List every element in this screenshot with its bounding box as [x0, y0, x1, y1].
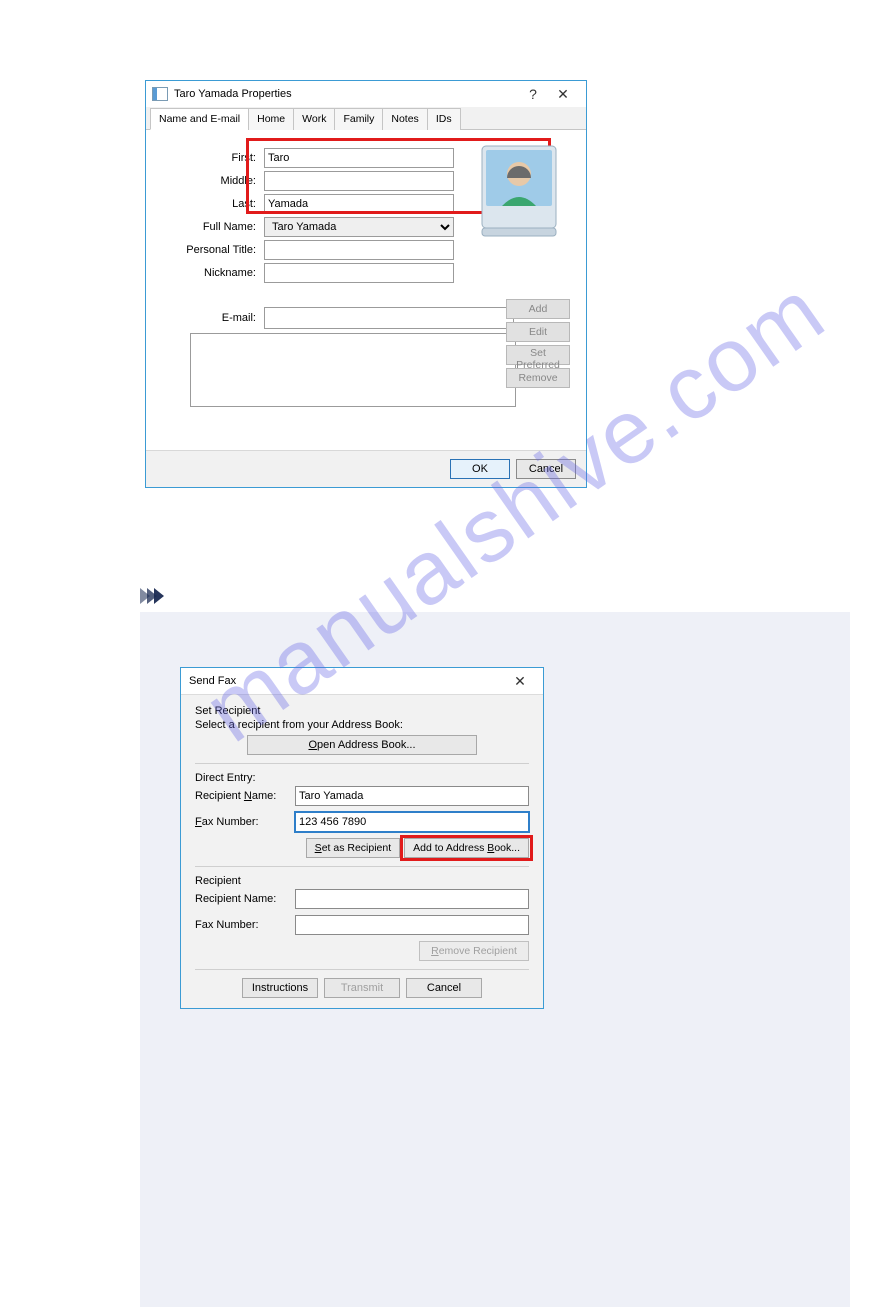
remove-recipient-button[interactable]: Remove Recipient [419, 941, 529, 961]
title-text: Send Fax [189, 675, 505, 687]
properties-dialog: Taro Yamada Properties ? ✕ Name and E-ma… [145, 80, 587, 488]
fullname-select[interactable]: Taro Yamada [264, 217, 454, 237]
fullname-label: Full Name: [160, 221, 260, 233]
tab-work[interactable]: Work [293, 108, 335, 130]
email-label: E-mail: [160, 312, 260, 324]
titlebar: Send Fax ✕ [181, 668, 543, 695]
personal-title-input[interactable] [264, 240, 454, 260]
step-arrows-icon [140, 588, 893, 604]
cancel-button[interactable]: Cancel [406, 978, 482, 998]
nickname-label: Nickname: [160, 267, 260, 279]
recipient-heading: Recipient [195, 875, 529, 887]
set-as-recipient-button[interactable]: Set as Recipient [306, 838, 400, 858]
title-text: Taro Yamada Properties [174, 88, 518, 100]
tab-home[interactable]: Home [248, 108, 294, 130]
help-button[interactable]: ? [518, 86, 548, 102]
transmit-button[interactable]: Transmit [324, 978, 400, 998]
first-label: First: [160, 152, 260, 164]
last-input[interactable] [264, 194, 454, 214]
edit-button[interactable]: Edit [506, 322, 570, 342]
nickname-input[interactable] [264, 263, 454, 283]
direct-entry-heading: Direct Entry: [195, 772, 529, 784]
recipient-name-label: Recipient Name: [195, 790, 295, 802]
set-preferred-button[interactable]: Set Preferred [506, 345, 570, 365]
tab-family[interactable]: Family [334, 108, 383, 130]
ok-button[interactable]: OK [450, 459, 510, 479]
address-book-icon [152, 87, 168, 101]
open-address-book-button[interactable]: Open Address Book... [247, 735, 477, 755]
fax-number-label-2: Fax Number: [195, 919, 295, 931]
recipient-name-input[interactable] [295, 786, 529, 806]
fax-number-readonly [295, 915, 529, 935]
email-input[interactable] [264, 307, 514, 329]
close-button[interactable]: ✕ [548, 86, 578, 103]
first-input[interactable] [264, 148, 454, 168]
contact-avatar-icon [474, 140, 564, 240]
last-label: Last: [160, 198, 260, 210]
instructions-button[interactable]: Instructions [242, 978, 318, 998]
personal-title-label: Personal Title: [160, 244, 260, 256]
email-list[interactable] [190, 333, 516, 407]
set-recipient-subtext: Select a recipient from your Address Boo… [195, 719, 529, 731]
tab-name-email[interactable]: Name and E-mail [150, 108, 249, 130]
recipient-name-readonly [295, 889, 529, 909]
set-recipient-heading: Set Recipient [195, 705, 529, 717]
fax-number-input[interactable] [295, 812, 529, 832]
cancel-button[interactable]: Cancel [516, 459, 576, 479]
send-fax-dialog: Send Fax ✕ Set Recipient Select a recipi… [180, 667, 544, 1009]
tab-ids[interactable]: IDs [427, 108, 461, 130]
middle-label: Middle: [160, 175, 260, 187]
instruction-panel: Send Fax ✕ Set Recipient Select a recipi… [140, 612, 850, 1307]
add-to-address-book-button[interactable]: Add to Address Book... [404, 838, 529, 858]
titlebar: Taro Yamada Properties ? ✕ [146, 81, 586, 107]
tabs: Name and E-mail Home Work Family Notes I… [146, 107, 586, 130]
middle-input[interactable] [264, 171, 454, 191]
recipient-name-label-2: Recipient Name: [195, 893, 295, 905]
add-button[interactable]: Add [506, 299, 570, 319]
tab-notes[interactable]: Notes [382, 108, 427, 130]
fax-number-label: Fax Number: [195, 816, 295, 828]
remove-button[interactable]: Remove [506, 368, 570, 388]
close-button[interactable]: ✕ [505, 673, 535, 690]
